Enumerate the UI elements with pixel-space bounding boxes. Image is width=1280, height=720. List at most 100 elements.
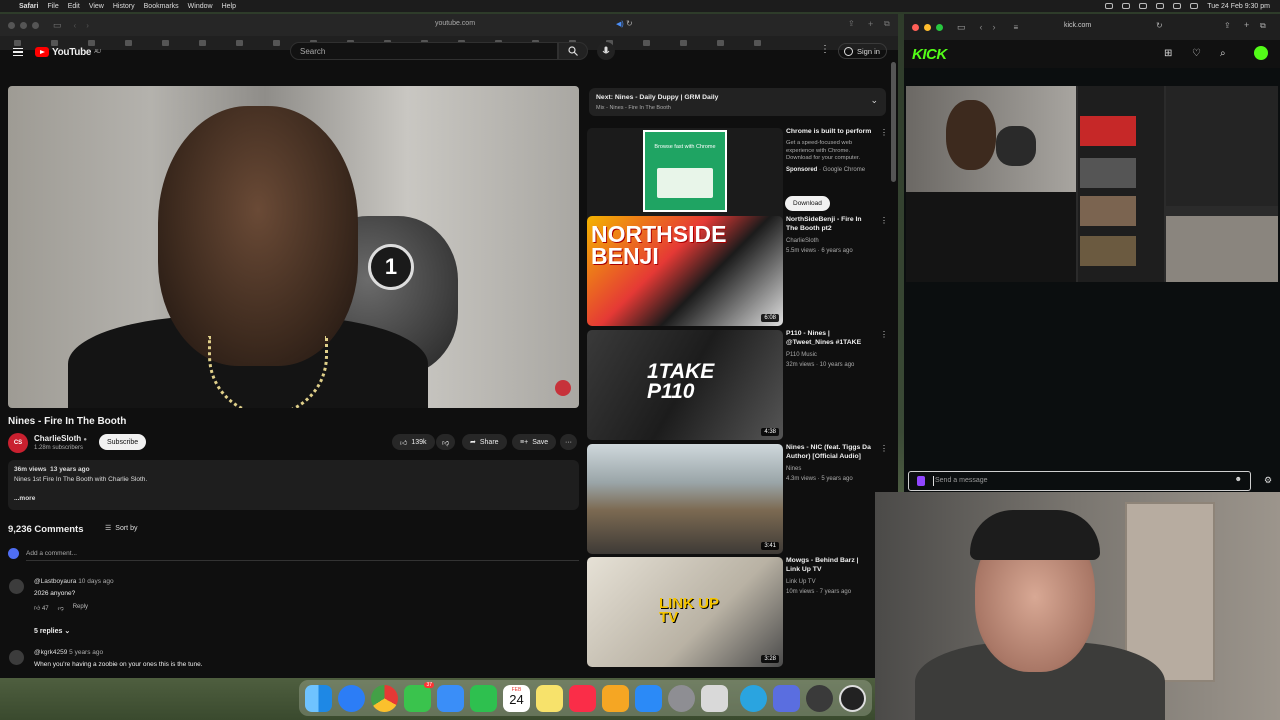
video-thumbnail[interactable]: 3:41 [587, 444, 783, 554]
close-window-button[interactable] [8, 21, 15, 29]
chrome-icon[interactable] [371, 684, 398, 712]
page-scrollbar[interactable] [891, 62, 896, 182]
minimize-window-button[interactable] [20, 21, 27, 29]
video-thumbnail[interactable]: NORTHSIDE BENJI 6:08 [587, 216, 783, 326]
notes-icon[interactable] [536, 684, 563, 712]
more-options-icon[interactable]: ⋮ [880, 128, 888, 137]
status-icon[interactable] [1122, 3, 1131, 9]
telegram-icon[interactable] [740, 684, 767, 712]
settings-menu-icon[interactable]: ⋮ [820, 44, 830, 55]
obs-icon[interactable] [839, 684, 866, 712]
channel-watermark-icon[interactable] [555, 380, 571, 396]
autoplay-next-panel[interactable]: Next: Nines - Daily Duppy | GRM Daily Mi… [589, 88, 886, 116]
appstore-icon[interactable] [635, 684, 662, 712]
zoom-window-button[interactable] [32, 21, 39, 29]
recommended-video[interactable]: 1TAKE P110 4:38 P110 - Nines | @Tweet_Ni… [587, 330, 888, 440]
user-avatar[interactable] [1254, 46, 1268, 60]
video-channel[interactable]: P110 Music [786, 352, 817, 358]
recommended-video[interactable]: NORTHSIDE BENJI 6:08 NorthSideBenji - Fi… [587, 216, 888, 326]
reader-icon[interactable]: ≡ [1014, 23, 1019, 32]
status-icon[interactable] [1105, 3, 1114, 9]
reload-icon[interactable]: ↻ [1156, 21, 1163, 30]
tab-overview-icon[interactable]: ⧉ [1260, 21, 1266, 31]
channel-name[interactable]: CharlieSloth ● [34, 434, 87, 443]
save-button[interactable]: ≡+ Save [512, 434, 557, 450]
recommended-video[interactable]: LINK UP TV 3:28 Mowgs - Behind Barz | Li… [587, 557, 887, 667]
ad-title[interactable]: Chrome is built to perform [786, 128, 874, 137]
control-center-icon[interactable] [1190, 3, 1199, 9]
menu-app-name[interactable]: Safari [19, 3, 38, 10]
subscribe-button[interactable]: Subscribe [99, 434, 147, 450]
video-thumbnail[interactable]: 1TAKE P110 4:38 [587, 330, 783, 440]
comment-author[interactable]: @kgrk4259 5 years ago [34, 649, 103, 656]
menu-view[interactable]: View [89, 3, 104, 10]
emoji-icon[interactable]: ☻ [1235, 476, 1242, 483]
voice-search-button[interactable] [597, 42, 615, 60]
close-window-button[interactable] [912, 23, 919, 31]
share-icon[interactable]: ⇪ [1224, 21, 1231, 30]
sign-in-button[interactable]: Sign in [838, 43, 887, 59]
description-box[interactable]: 36m views 13 years ago Nines 1st Fire In… [8, 460, 579, 510]
video-player[interactable]: 1 [8, 86, 579, 408]
zoom-window-button[interactable] [936, 23, 943, 31]
heart-icon[interactable]: ♡ [1192, 48, 1201, 59]
comment-reply-button[interactable]: Reply [73, 604, 88, 612]
minimize-window-button[interactable] [924, 23, 931, 31]
back-icon[interactable]: ‹ [74, 21, 77, 30]
address-bar[interactable]: kick.com [1064, 22, 1091, 29]
quicktime-icon[interactable] [806, 684, 833, 712]
messages-icon[interactable]: 37 [404, 681, 434, 712]
comment-author[interactable]: @Lastboyaura 10 days ago [34, 578, 114, 585]
video-channel[interactable]: CharlieSloth [786, 238, 819, 244]
emote-icon[interactable] [917, 476, 925, 486]
comment-dislike-button[interactable]: 👎︎ [58, 604, 64, 612]
add-comment-input[interactable]: Add a comment... [26, 550, 77, 557]
address-bar[interactable]: youtube.com [380, 20, 530, 27]
channel-avatar[interactable]: CS [8, 433, 28, 453]
reload-icon[interactable]: ↻ [626, 19, 633, 28]
chevron-down-icon[interactable]: ⌄ [870, 95, 878, 106]
sort-comments-button[interactable]: ☰ Sort by [105, 524, 137, 533]
commenter-avatar[interactable] [9, 650, 24, 665]
dislike-button[interactable]: 👎︎ [436, 434, 456, 450]
new-tab-icon[interactable]: + [868, 19, 873, 29]
search-button[interactable] [558, 42, 588, 60]
sidebar-icon[interactable]: ▭ [957, 22, 966, 33]
search-icon[interactable] [1173, 3, 1182, 9]
menu-edit[interactable]: Edit [68, 3, 80, 10]
forward-icon[interactable]: › [86, 21, 89, 30]
new-tab-icon[interactable]: + [1244, 20, 1249, 30]
kick-stream-player[interactable] [906, 86, 1278, 282]
gift-icon[interactable]: ⊞ [1164, 48, 1172, 59]
chat-settings-icon[interactable]: ⚙ [1264, 475, 1272, 486]
screenshot-icon[interactable] [773, 684, 800, 712]
search-input[interactable]: Search [290, 42, 558, 60]
download-button[interactable]: Download [785, 196, 830, 211]
share-button[interactable]: ➦ Share [462, 434, 507, 450]
video-thumbnail[interactable]: LINK UP TV 3:28 [587, 557, 783, 667]
sidebar-icon[interactable]: ▭ [53, 20, 62, 31]
menu-clock[interactable]: Tue 24 Feb 9:30 pm [1207, 3, 1270, 10]
video-title[interactable]: Mowgs - Behind Barz | Link Up TV [786, 557, 874, 575]
menu-icon[interactable] [13, 48, 23, 56]
youtube-logo[interactable]: YouTube AU [35, 47, 101, 58]
recommended-video[interactable]: 3:41 Nines - NIC (feat. Tiggs Da Author)… [587, 444, 888, 554]
commenter-avatar[interactable] [9, 579, 24, 594]
kick-logo[interactable]: KICK [912, 46, 947, 63]
back-icon[interactable]: ‹ [980, 22, 983, 32]
more-options-icon[interactable]: ⋮ [880, 330, 888, 339]
show-more-link[interactable]: ...more [14, 495, 573, 502]
like-button[interactable]: 👍︎ 139k [392, 434, 435, 450]
pages-icon[interactable] [602, 684, 629, 712]
video-channel[interactable]: Nines [786, 466, 801, 472]
battery-icon[interactable] [1156, 3, 1165, 9]
menu-window[interactable]: Window [188, 3, 213, 10]
more-options-icon[interactable]: ⋮ [880, 216, 888, 225]
video-title[interactable]: Nines - NIC (feat. Tiggs Da Author) [Off… [786, 444, 874, 462]
menu-file[interactable]: File [47, 3, 58, 10]
forward-icon[interactable]: › [993, 22, 996, 32]
finder-icon[interactable] [305, 684, 332, 712]
video-title[interactable]: P110 - Nines | @Tweet_Nines #1TAKE [786, 330, 874, 348]
music-icon[interactable] [569, 684, 596, 712]
more-actions-button[interactable]: ··· [560, 434, 577, 450]
